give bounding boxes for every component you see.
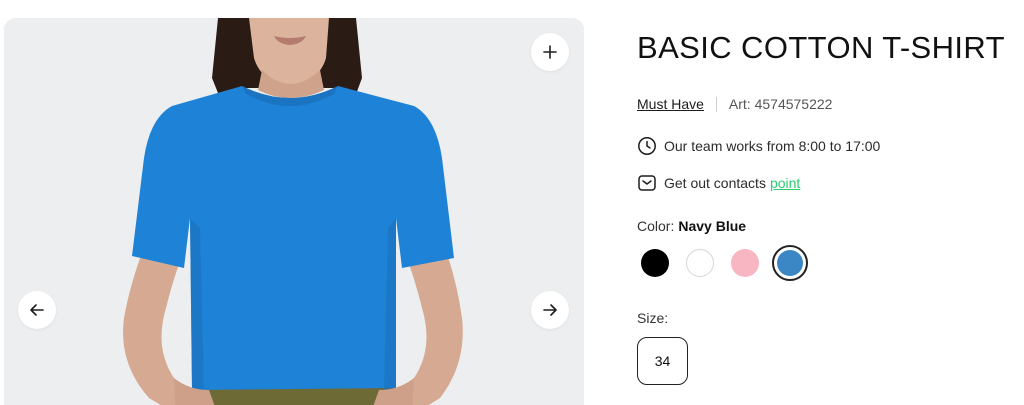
product-info: BASIC COTTON T-SHIRT Must Have Art: 4574… bbox=[637, 0, 1022, 405]
product-page: BASIC COTTON T-SHIRT Must Have Art: 4574… bbox=[0, 0, 1024, 405]
zoom-button[interactable] bbox=[531, 33, 569, 71]
color-swatch-black[interactable] bbox=[637, 245, 673, 281]
arrow-left-icon bbox=[30, 304, 44, 316]
meta-divider bbox=[715, 96, 717, 112]
size-option-34[interactable]: 34 bbox=[637, 337, 688, 385]
working-hours-text: Our team works from 8:00 to 17:00 bbox=[664, 138, 881, 154]
selected-color-name: Navy Blue bbox=[678, 218, 747, 234]
swatch-dot bbox=[777, 250, 803, 276]
article-number: Art: 4574575222 bbox=[728, 96, 833, 112]
mail-icon bbox=[638, 175, 656, 191]
size-label: Size: bbox=[637, 310, 669, 326]
clock-icon bbox=[638, 137, 656, 155]
contacts-point-link[interactable]: point bbox=[770, 175, 800, 191]
product-gallery bbox=[4, 18, 584, 405]
color-label: Color: Navy Blue bbox=[637, 218, 746, 234]
swatch-dot bbox=[686, 249, 714, 277]
next-image-button[interactable] bbox=[531, 291, 569, 329]
swatch-dot bbox=[731, 249, 759, 277]
color-swatch-white[interactable] bbox=[682, 245, 718, 281]
previous-image-button[interactable] bbox=[18, 291, 56, 329]
swatch-dot bbox=[641, 249, 669, 277]
color-label-text: Color: bbox=[637, 218, 675, 234]
plus-icon bbox=[543, 45, 557, 59]
color-swatch-pink[interactable] bbox=[727, 245, 763, 281]
product-meta: Must Have Art: 4574575222 bbox=[637, 96, 832, 112]
contacts-text: Get out contacts bbox=[664, 175, 766, 191]
working-hours: Our team works from 8:00 to 17:00 bbox=[637, 136, 880, 156]
contacts-row: Get out contacts point bbox=[637, 173, 800, 193]
color-swatch-blue[interactable] bbox=[772, 245, 808, 281]
product-title: BASIC COTTON T-SHIRT bbox=[637, 30, 1005, 65]
product-photo bbox=[4, 18, 584, 405]
brand-link[interactable]: Must Have bbox=[637, 96, 704, 112]
arrow-right-icon bbox=[543, 304, 557, 316]
color-swatches bbox=[637, 245, 817, 281]
